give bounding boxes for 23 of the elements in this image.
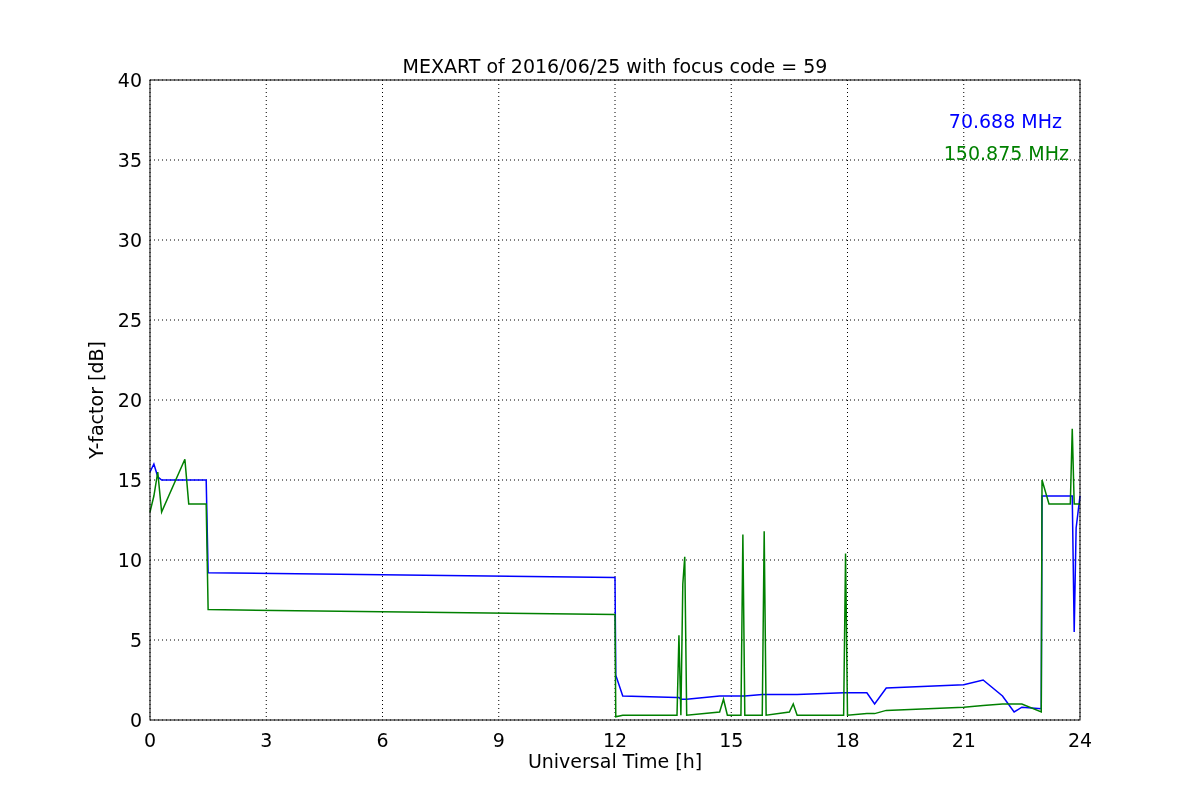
x-tick-label: 12 — [602, 729, 628, 751]
x-tick-label: 15 — [719, 729, 744, 751]
x-tick-label: 3 — [260, 729, 273, 751]
x-tick-label: 24 — [1067, 729, 1093, 751]
y-tick-label: 10 — [117, 549, 142, 571]
y-tick-label: 25 — [117, 309, 142, 331]
x-tick-label: 6 — [376, 729, 389, 751]
y-axis-label: Y-factor [dB] — [85, 341, 107, 459]
x-tick-label: 21 — [951, 729, 976, 751]
x-tick-label: 0 — [143, 729, 157, 751]
y-tick-label: 40 — [117, 69, 142, 91]
y-tick-label: 30 — [117, 229, 142, 251]
legend-label: 150.875 MHz — [943, 142, 1069, 164]
x-axis-label: Universal Time [h] — [527, 750, 703, 772]
x-tick-label: 9 — [492, 729, 505, 751]
y-tick-label: 20 — [117, 389, 142, 411]
legend-label: 70.688 MHz — [948, 110, 1062, 132]
y-tick-label: 35 — [117, 149, 142, 171]
chart-title: MEXART of 2016/06/25 with focus code = 59 — [402, 55, 828, 77]
y-tick-label: 5 — [129, 629, 142, 651]
x-tick-label: 18 — [835, 729, 860, 751]
y-tick-label: 15 — [117, 469, 142, 491]
y-tick-label: 0 — [129, 709, 142, 731]
